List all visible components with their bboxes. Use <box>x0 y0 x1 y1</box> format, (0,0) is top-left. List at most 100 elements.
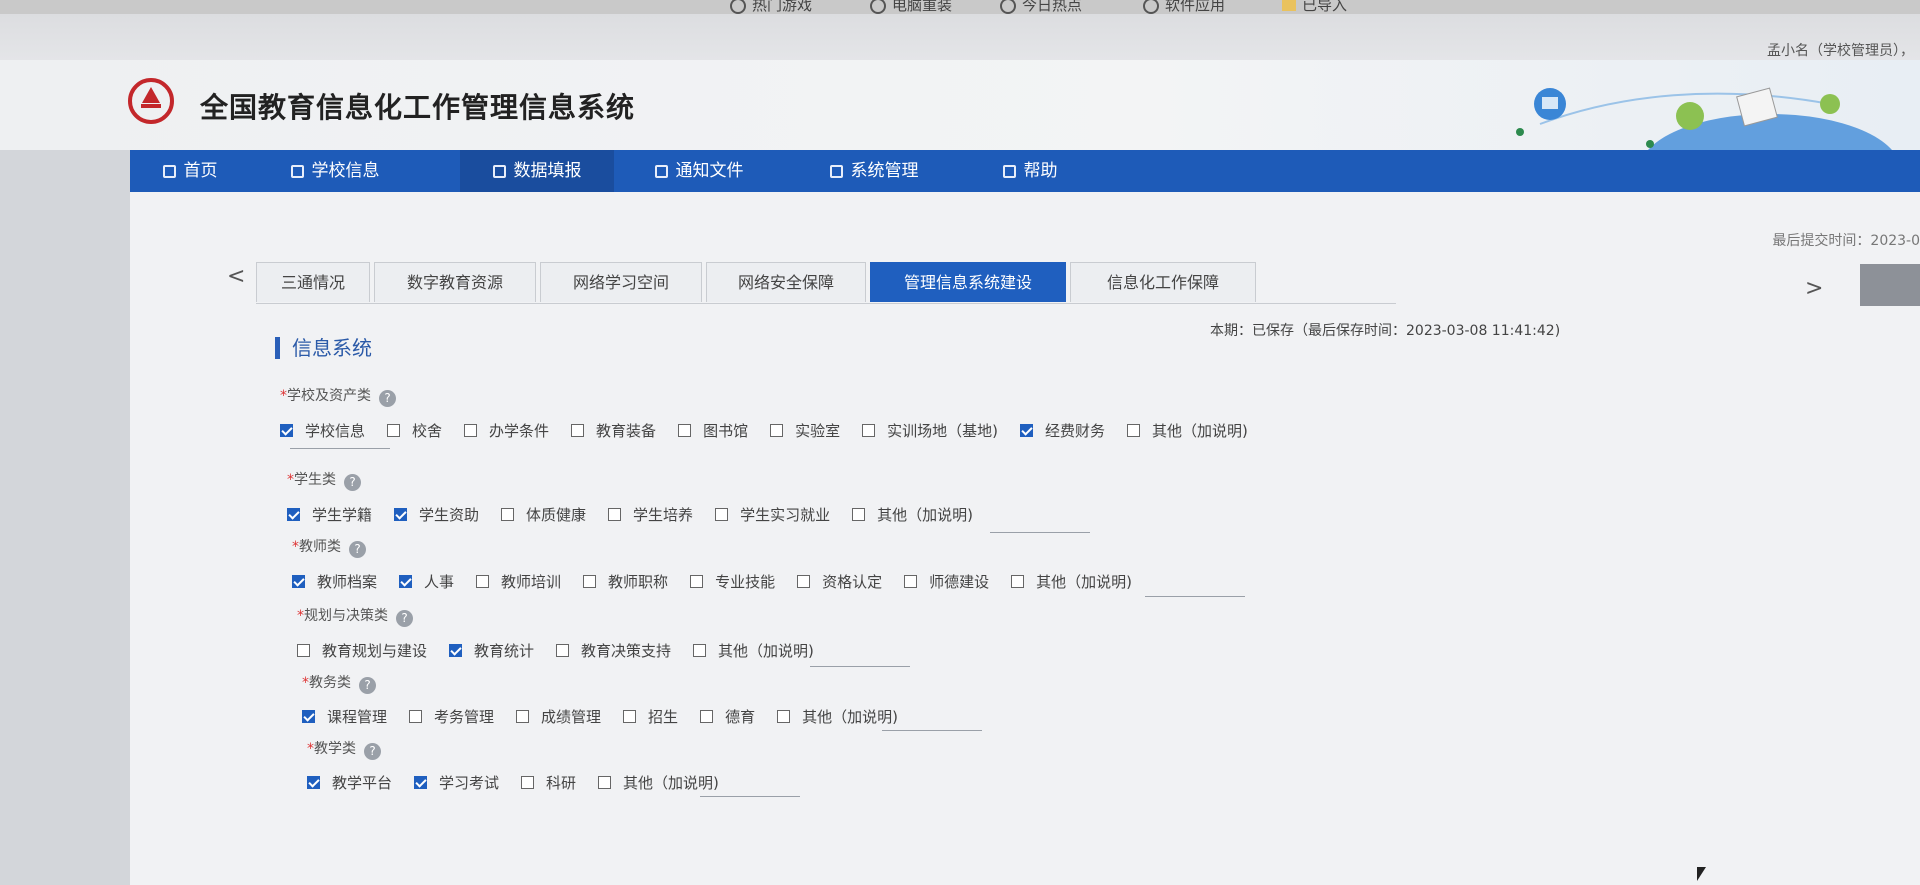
checkbox-checked-icon[interactable] <box>302 710 315 723</box>
checkbox-icon[interactable] <box>583 575 597 588</box>
help-icon[interactable]: ? <box>364 743 381 760</box>
option-item[interactable]: 教育装备 <box>571 420 656 441</box>
nav-system-admin[interactable]: 系统管理 <box>805 150 943 192</box>
other-input-field[interactable] <box>700 796 800 797</box>
option-item[interactable]: 师德建设 <box>904 571 989 592</box>
option-item[interactable]: 资格认定 <box>797 571 882 592</box>
bookmark-folder[interactable]: 已导入 <box>1282 0 1347 14</box>
option-item[interactable]: 办学条件 <box>464 420 549 441</box>
option-item[interactable]: 校舍 <box>387 420 442 441</box>
checkbox-icon[interactable] <box>904 575 918 588</box>
checkbox-icon[interactable] <box>297 644 310 657</box>
other-input-field[interactable] <box>1145 596 1245 597</box>
checkbox-checked-icon[interactable] <box>287 508 300 521</box>
tab-learning-space[interactable]: 网络学习空间 <box>540 262 702 302</box>
option-item[interactable]: 教师档案 <box>292 571 377 592</box>
option-item[interactable]: 学习考试 <box>414 772 499 793</box>
option-item[interactable]: 科研 <box>521 772 576 793</box>
nav-notices[interactable]: 通知文件 <box>630 150 768 192</box>
option-item[interactable]: 学生资助 <box>394 504 479 525</box>
checkbox-icon[interactable] <box>715 508 729 521</box>
option-item[interactable]: 专业技能 <box>690 571 775 592</box>
option-item[interactable]: 教育规划与建设 <box>297 640 427 661</box>
checkbox-icon[interactable] <box>608 508 622 521</box>
option-item[interactable]: 考务管理 <box>409 706 494 727</box>
checkbox-icon[interactable] <box>693 644 707 657</box>
checkbox-icon[interactable] <box>556 644 570 657</box>
checkbox-checked-icon[interactable] <box>394 508 408 521</box>
checkbox-icon[interactable] <box>678 424 692 437</box>
option-item[interactable]: 招生 <box>623 706 678 727</box>
checkbox-icon[interactable] <box>409 710 423 723</box>
tab-management-system[interactable]: 管理信息系统建设 <box>870 262 1066 302</box>
bookmark-item[interactable]: 今日热点 <box>1000 0 1082 14</box>
option-item[interactable]: 教学平台 <box>307 772 392 793</box>
option-item[interactable]: 教师培训 <box>476 571 561 592</box>
option-item[interactable]: 其他（加说明) <box>693 640 814 661</box>
submit-button[interactable] <box>1860 264 1920 306</box>
option-item[interactable]: 图书馆 <box>678 420 748 441</box>
user-info[interactable]: 孟小名（学校管理员）， <box>1767 40 1914 60</box>
checkbox-icon[interactable] <box>690 575 704 588</box>
checkbox-checked-icon[interactable] <box>449 644 463 657</box>
checkbox-checked-icon[interactable] <box>414 776 428 789</box>
option-item[interactable]: 实训场地（基地) <box>862 420 998 441</box>
help-icon[interactable]: ? <box>344 474 361 491</box>
checkbox-icon[interactable] <box>862 424 876 437</box>
option-item[interactable]: 德育 <box>700 706 755 727</box>
checkbox-icon[interactable] <box>464 424 478 437</box>
other-input-field[interactable] <box>990 532 1090 533</box>
checkbox-checked-icon[interactable] <box>1019 424 1033 437</box>
option-item[interactable]: 学校信息 <box>280 420 365 441</box>
help-icon[interactable]: ? <box>379 390 396 407</box>
other-input-field[interactable] <box>882 730 982 731</box>
nav-help[interactable]: 帮助 <box>980 150 1080 192</box>
nav-school-info[interactable]: 学校信息 <box>268 150 402 192</box>
option-item[interactable]: 体质健康 <box>501 504 586 525</box>
checkbox-icon[interactable] <box>476 575 490 588</box>
nav-home[interactable]: 首页 <box>130 150 250 192</box>
option-item[interactable]: 其他（加说明) <box>1011 571 1132 592</box>
tab-next-arrow[interactable]: > <box>1805 276 1823 301</box>
option-item[interactable]: 经费财务 <box>1019 420 1105 441</box>
checkbox-icon[interactable] <box>516 710 530 723</box>
help-icon[interactable]: ? <box>359 677 376 694</box>
checkbox-icon[interactable] <box>623 710 637 723</box>
checkbox-icon[interactable] <box>777 710 791 723</box>
checkbox-icon[interactable] <box>598 776 612 789</box>
checkbox-icon[interactable] <box>852 508 866 521</box>
tab-network-security[interactable]: 网络安全保障 <box>706 262 866 302</box>
option-item[interactable]: 教师职称 <box>583 571 668 592</box>
option-item[interactable]: 其他（加说明) <box>598 772 719 793</box>
checkbox-checked-icon[interactable] <box>307 776 320 789</box>
checkbox-icon[interactable] <box>700 710 714 723</box>
checkbox-icon[interactable] <box>797 575 811 588</box>
option-item[interactable]: 其他（加说明) <box>777 706 898 727</box>
checkbox-checked-icon[interactable] <box>399 575 413 588</box>
help-icon[interactable]: ? <box>349 541 366 558</box>
option-item[interactable]: 其他（加说明) <box>852 504 973 525</box>
checkbox-icon[interactable] <box>1011 575 1025 588</box>
bookmark-item[interactable]: 电脑重装 <box>870 0 952 14</box>
option-item[interactable]: 学生培养 <box>608 504 693 525</box>
nav-data-entry[interactable]: 数据填报 <box>460 150 614 192</box>
bookmark-item[interactable]: 热门游戏 <box>730 0 812 14</box>
checkbox-icon[interactable] <box>770 424 784 437</box>
tab-digital-resources[interactable]: 数字教育资源 <box>374 262 536 302</box>
option-item[interactable]: 实验室 <box>770 420 840 441</box>
checkbox-checked-icon[interactable] <box>280 424 293 437</box>
tab-prev-arrow[interactable]: < <box>227 264 245 289</box>
checkbox-checked-icon[interactable] <box>292 575 305 588</box>
checkbox-icon[interactable] <box>387 424 401 437</box>
tab-work-support[interactable]: 信息化工作保障 <box>1070 262 1256 302</box>
option-item[interactable]: 人事 <box>399 571 454 592</box>
tab-three-links[interactable]: 三通情况 <box>256 262 370 302</box>
option-item[interactable]: 课程管理 <box>302 706 387 727</box>
option-item[interactable]: 成绩管理 <box>516 706 601 727</box>
checkbox-icon[interactable] <box>501 508 515 521</box>
help-icon[interactable]: ? <box>396 610 413 627</box>
option-item[interactable]: 学生实习就业 <box>715 504 830 525</box>
checkbox-icon[interactable] <box>521 776 535 789</box>
option-item[interactable]: 其他（加说明) <box>1126 420 1248 441</box>
other-input-field[interactable] <box>290 448 390 449</box>
